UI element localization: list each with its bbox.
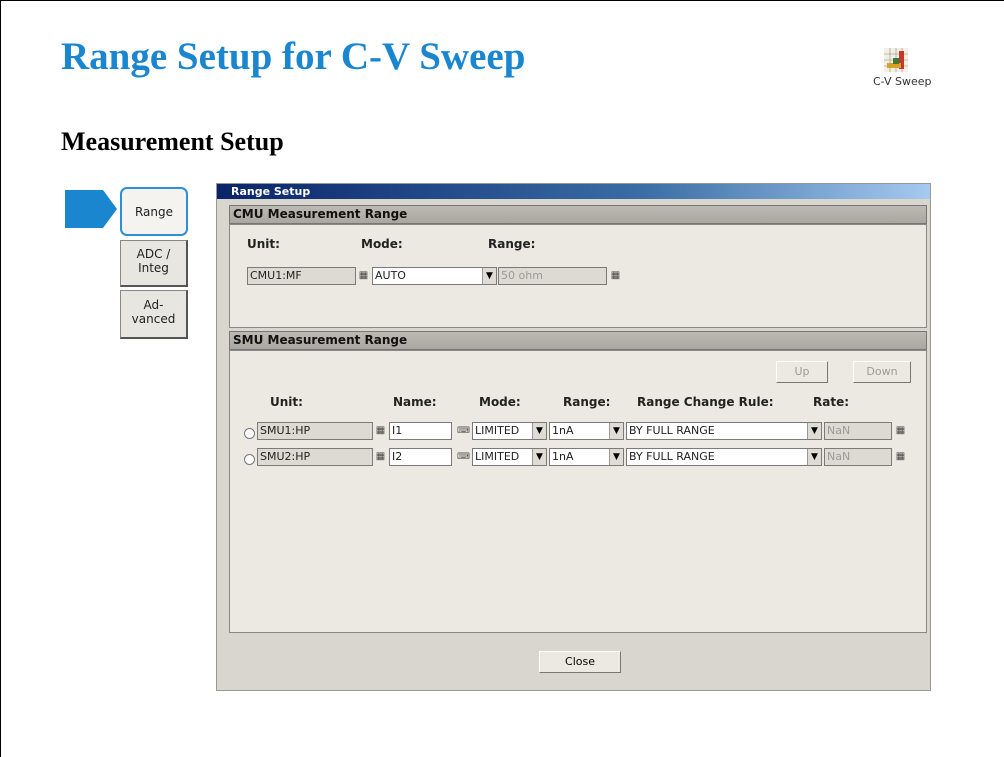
close-button[interactable]: Close (539, 651, 621, 673)
cmu-panel: Unit: Mode: Range: CMU1:MF ▦ AUTO ▼ 50 o… (229, 224, 927, 328)
smu-row-2-rate-value: NaN (827, 450, 851, 463)
keyboard-icon[interactable]: ⌨ (457, 450, 470, 464)
smu-row-2-rate[interactable]: NaN (824, 448, 892, 466)
chevron-down-icon[interactable]: ▼ (807, 423, 821, 439)
smu-row-2-unit-value: SMU2:HP (260, 450, 311, 463)
smu-row-2-range[interactable]: 1nA ▼ (549, 448, 624, 466)
smu-row-1-name[interactable]: I1 (389, 422, 452, 440)
smu-row-2-range-value: 1nA (552, 450, 574, 463)
smu-row-1-range[interactable]: 1nA ▼ (549, 422, 624, 440)
smu-col-unit: Unit: (270, 395, 303, 409)
smu-row-2-unit[interactable]: SMU2:HP (257, 448, 373, 466)
range-setup-window: Range Setup CMU Measurement Range Unit: … (216, 183, 931, 691)
calculator-icon[interactable]: ▦ (374, 450, 387, 464)
smu-row-1-rate-value: NaN (827, 424, 851, 437)
cv-sweep-icon-label: C-V Sweep (873, 75, 932, 88)
cmu-mode-label: Mode: (361, 237, 403, 251)
smu-row-1-rate[interactable]: NaN (824, 422, 892, 440)
smu-row-1-mode-value: LIMITED (475, 424, 520, 437)
tab-range-label: Range (134, 204, 174, 219)
slide-border-top (0, 0, 1004, 1)
smu-row-1-radio[interactable] (244, 428, 255, 439)
smu-col-range: Range: (563, 395, 611, 409)
cmu-mode-select[interactable]: AUTO ▼ (372, 267, 497, 285)
smu-row-1-unit[interactable]: SMU1:HP (257, 422, 373, 440)
calculator-icon[interactable]: ▦ (894, 450, 907, 464)
cv-sweep-icon[interactable] (884, 48, 908, 72)
smu-col-name: Name: (393, 395, 437, 409)
smu-row-2-mode-value: LIMITED (475, 450, 520, 463)
smu-col-rule: Range Change Rule: (637, 395, 774, 409)
cmu-range-label: Range: (488, 237, 536, 251)
tab-range[interactable]: Range (120, 187, 188, 236)
cmu-range-value: 50 ohm (501, 269, 543, 282)
smu-row-1-rule-value: BY FULL RANGE (629, 424, 715, 437)
chevron-down-icon[interactable]: ▼ (482, 268, 496, 284)
cmu-unit-label: Unit: (247, 237, 280, 251)
smu-row-2-rule-value: BY FULL RANGE (629, 450, 715, 463)
smu-row-2-name[interactable]: I2 (389, 448, 452, 466)
tab-adc-integ-label: ADC / Integ (136, 247, 171, 275)
smu-row-1-unit-value: SMU1:HP (260, 424, 311, 437)
chevron-down-icon[interactable]: ▼ (532, 449, 546, 465)
smu-row-1-range-value: 1nA (552, 424, 574, 437)
calculator-icon[interactable]: ▦ (894, 424, 907, 438)
tab-adc-integ[interactable]: ADC / Integ (120, 240, 188, 287)
section-subtitle: Measurement Setup (61, 127, 284, 156)
chevron-down-icon[interactable]: ▼ (609, 449, 623, 465)
up-button[interactable]: Up (776, 361, 828, 383)
slide-border-left (0, 0, 1, 757)
smu-row-2-rule[interactable]: BY FULL RANGE ▼ (626, 448, 822, 466)
smu-row-2-radio[interactable] (244, 454, 255, 465)
smu-row-2-mode[interactable]: LIMITED ▼ (472, 448, 547, 466)
chevron-down-icon[interactable]: ▼ (609, 423, 623, 439)
cmu-unit-value: CMU1:MF (250, 269, 302, 282)
smu-panel: Up Down Unit: Name: Mode: Range: Range C… (229, 350, 927, 633)
tab-advanced[interactable]: Ad- vanced (120, 290, 188, 339)
chevron-down-icon[interactable]: ▼ (807, 449, 821, 465)
window-title: Range Setup (217, 184, 930, 199)
smu-row-1-rule[interactable]: BY FULL RANGE ▼ (626, 422, 822, 440)
calculator-icon[interactable]: ▦ (609, 269, 622, 283)
cmu-range-field[interactable]: 50 ohm (498, 267, 607, 285)
smu-row-1-mode[interactable]: LIMITED ▼ (472, 422, 547, 440)
cmu-section-header: CMU Measurement Range (229, 205, 927, 224)
smu-row-1-name-value: I1 (392, 424, 403, 437)
calculator-icon[interactable]: ▦ (374, 424, 387, 438)
cmu-mode-value: AUTO (375, 269, 406, 282)
calculator-icon[interactable]: ▦ (357, 269, 370, 283)
smu-row-2-name-value: I2 (392, 450, 403, 463)
tab-advanced-label: Ad- vanced (131, 298, 176, 326)
current-step-arrow-icon (65, 190, 117, 228)
smu-col-mode: Mode: (479, 395, 521, 409)
smu-col-rate: Rate: (813, 395, 850, 409)
down-button[interactable]: Down (853, 361, 911, 383)
cmu-unit-field[interactable]: CMU1:MF (247, 267, 356, 285)
chevron-down-icon[interactable]: ▼ (532, 423, 546, 439)
smu-section-header: SMU Measurement Range (229, 331, 927, 350)
page-title: Range Setup for C-V Sweep (61, 35, 526, 78)
keyboard-icon[interactable]: ⌨ (457, 424, 470, 438)
